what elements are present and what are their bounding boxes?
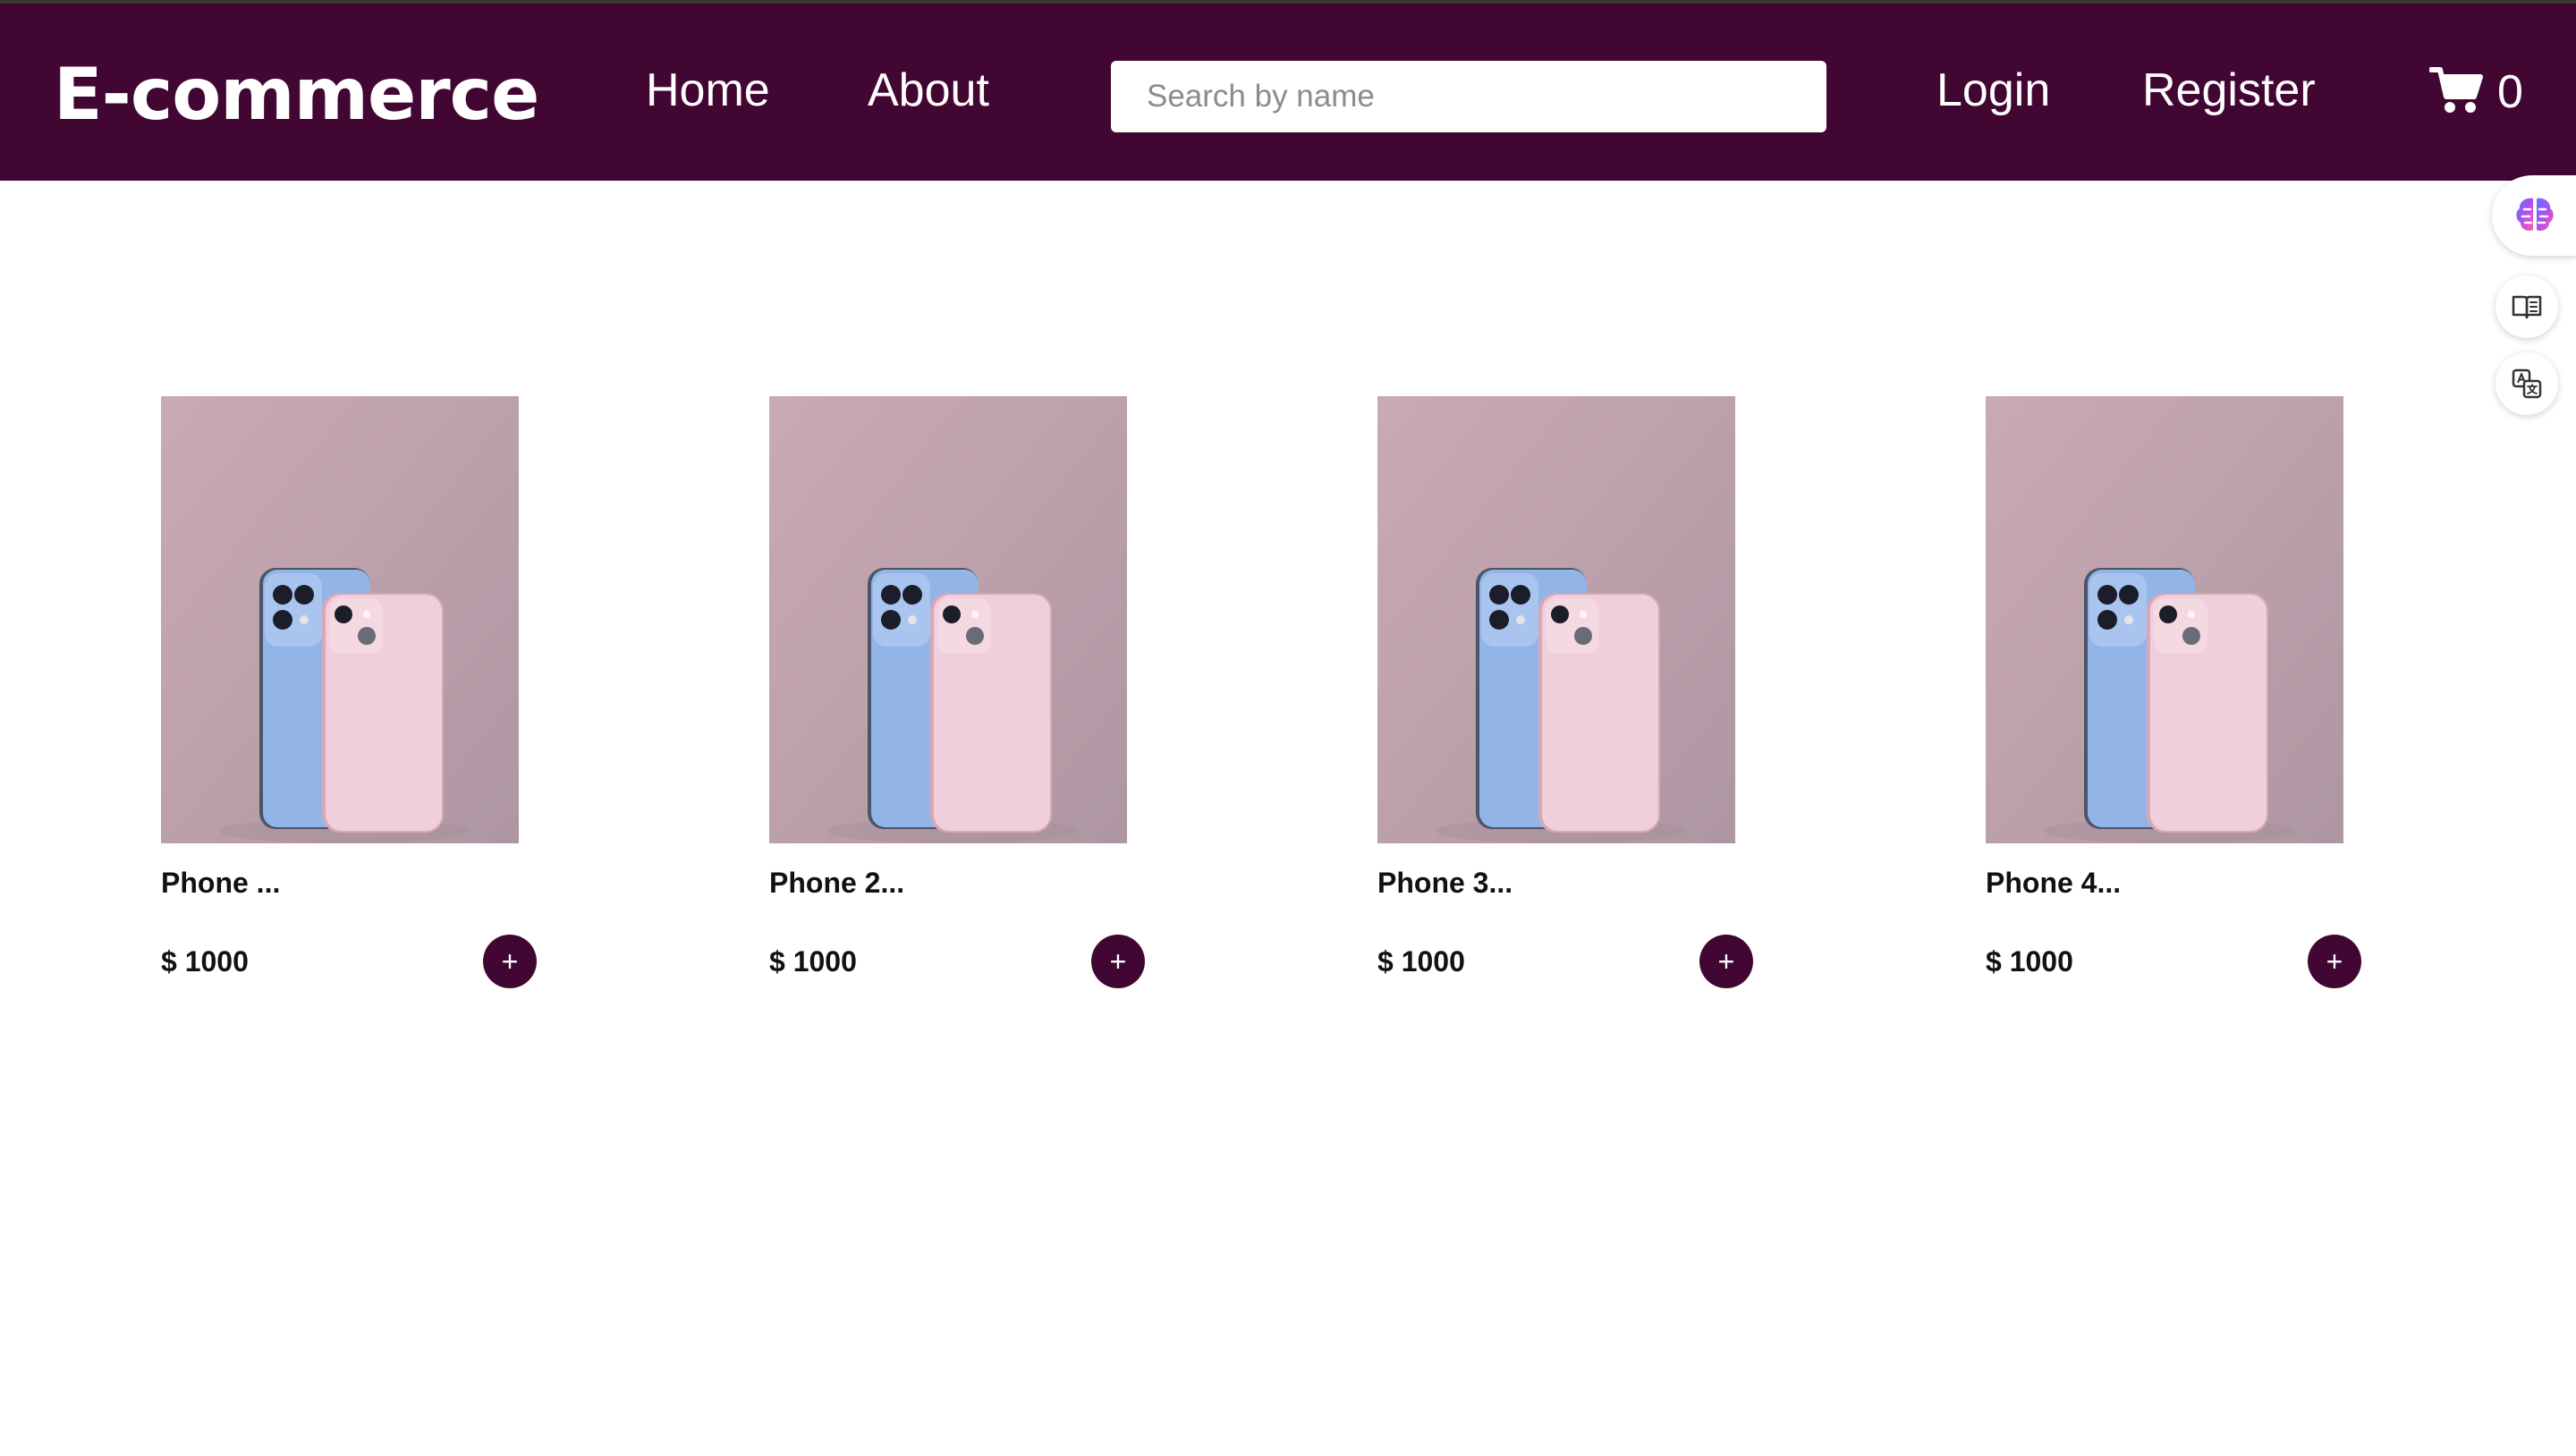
nav-about-link[interactable]: About bbox=[868, 59, 989, 122]
product-name: Phone ... bbox=[161, 867, 281, 899]
product-price: $ 1000 bbox=[161, 945, 249, 978]
product-card: Phone 2... $ 1000 + bbox=[769, 396, 1163, 1004]
add-to-cart-button[interactable]: + bbox=[2308, 935, 2361, 988]
nav-home-link[interactable]: Home bbox=[646, 59, 770, 122]
ai-assistant-button[interactable] bbox=[2492, 175, 2576, 256]
phones-photo bbox=[161, 396, 519, 843]
product-name: Phone 4... bbox=[1986, 867, 2122, 899]
cart-icon bbox=[2429, 67, 2483, 113]
cart-count-badge: 0 bbox=[2497, 66, 2523, 118]
product-image[interactable] bbox=[1986, 396, 2343, 843]
add-to-cart-button[interactable]: + bbox=[483, 935, 537, 988]
nav-register-link[interactable]: Register bbox=[2142, 59, 2316, 122]
cart-button[interactable]: 0 bbox=[2429, 61, 2537, 123]
reader-icon bbox=[2512, 295, 2542, 319]
phones-photo bbox=[1377, 396, 1735, 843]
product-image[interactable] bbox=[161, 396, 519, 843]
add-to-cart-button[interactable]: + bbox=[1699, 935, 1753, 988]
product-image[interactable] bbox=[769, 396, 1127, 843]
product-price: $ 1000 bbox=[1986, 945, 2073, 978]
product-name: Phone 2... bbox=[769, 867, 905, 899]
product-price: $ 1000 bbox=[1377, 945, 1465, 978]
brand-logo[interactable]: E-commerce bbox=[54, 50, 539, 140]
phones-photo bbox=[769, 396, 1127, 843]
add-to-cart-button[interactable]: + bbox=[1091, 935, 1145, 988]
search-input[interactable] bbox=[1111, 61, 1826, 132]
translate-icon bbox=[2512, 368, 2542, 399]
navbar: E-commerce Home About Login Register 0 bbox=[0, 4, 2576, 181]
product-name: Phone 3... bbox=[1377, 867, 1513, 899]
product-image[interactable] bbox=[1377, 396, 1735, 843]
reader-button[interactable] bbox=[2496, 275, 2558, 338]
translate-button[interactable] bbox=[2496, 352, 2558, 415]
phones-photo bbox=[1986, 396, 2343, 843]
product-price: $ 1000 bbox=[769, 945, 857, 978]
product-card: Phone ... $ 1000 + bbox=[161, 396, 555, 1004]
nav-login-link[interactable]: Login bbox=[1936, 59, 2050, 122]
product-card: Phone 3... $ 1000 + bbox=[1377, 396, 1771, 1004]
product-card: Phone 4... $ 1000 + bbox=[1986, 396, 2379, 1004]
ai-brain-icon bbox=[2516, 198, 2554, 232]
